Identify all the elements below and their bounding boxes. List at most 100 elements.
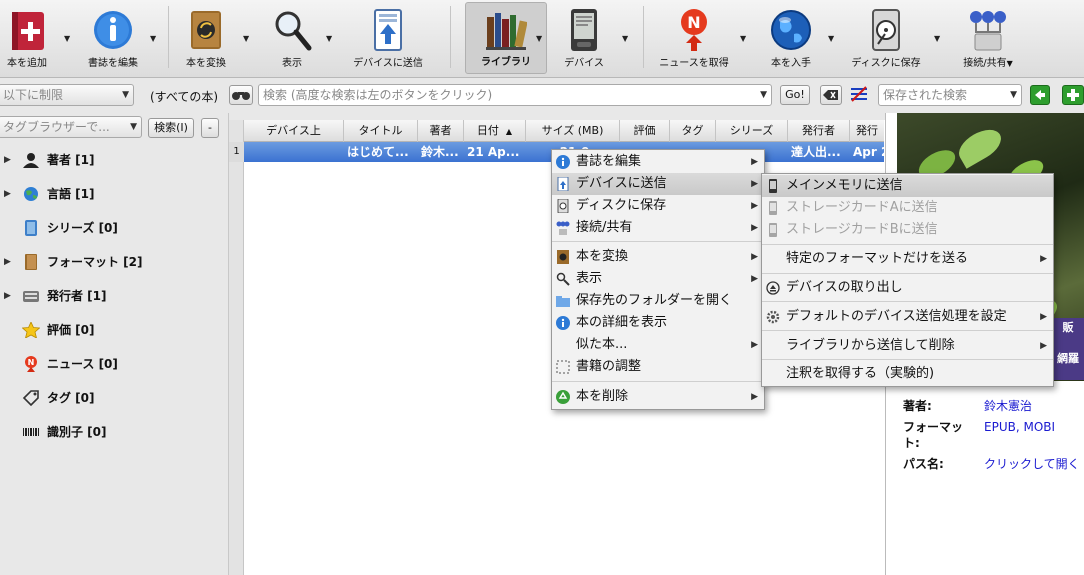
send-to-device-submenu: メインメモリに送信 ストレージカードAに送信 ストレージカードBに送信 特定のフ… (761, 173, 1054, 387)
binoculars-icon (232, 92, 250, 100)
add-book-icon (6, 8, 48, 52)
column-header-series[interactable]: シリーズ (716, 120, 788, 142)
news-dropdown-icon[interactable]: ▼ (740, 34, 746, 43)
save-to-disk-button[interactable]: ディスクに保存 (846, 2, 926, 74)
menu-separator (762, 244, 1053, 245)
tag-icon (22, 390, 40, 407)
menu-item-connect-share[interactable]: 接続/共有 ▶ (552, 217, 764, 239)
add-book-button[interactable]: 本を追加 (0, 2, 54, 74)
go-button[interactable]: Go! (780, 85, 810, 105)
menu-separator (552, 241, 764, 242)
tag-category-authors[interactable]: ▶ 著者 [1] (0, 149, 229, 171)
copy-search-button[interactable] (1030, 85, 1050, 105)
menu-item-default-send-action[interactable]: デフォルトのデバイス送信処理を設定 ▶ (762, 306, 1053, 328)
convert-icon (556, 250, 570, 264)
save-search-button[interactable] (1062, 85, 1084, 105)
row-number: 1 (229, 142, 244, 162)
collapse-button[interactable]: - (201, 118, 219, 138)
menu-item-send-card-a[interactable]: ストレージカードAに送信 (762, 197, 1053, 219)
tag-browser-find-button[interactable]: 検索(I) (148, 118, 194, 138)
convert-book-button[interactable]: 本を変換 (180, 2, 232, 74)
convert-dropdown-icon[interactable]: ▼ (243, 34, 249, 43)
get-books-dropdown-icon[interactable]: ▼ (828, 34, 834, 43)
device-button[interactable]: デバイス (558, 2, 610, 74)
tag-category-languages[interactable]: ▶ 言語 [1] (0, 183, 229, 205)
edit-metadata-button[interactable]: 書誌を編集 (82, 2, 144, 74)
column-header-author[interactable]: 著者 (418, 120, 464, 142)
column-header-rating[interactable]: 評価 (620, 120, 670, 142)
tag-category-news[interactable]: N ニュース [0] (0, 353, 229, 375)
menu-item-send-card-b[interactable]: ストレージカードBに送信 (762, 219, 1053, 241)
menu-item-send-to-device[interactable]: デバイスに送信 ▶ (552, 173, 764, 195)
menu-item-show-details[interactable]: 本の詳細を表示 (552, 312, 764, 334)
menu-item-send-specific-format[interactable]: 特定のフォーマットだけを送る ▶ (762, 248, 1053, 270)
column-header-ondevice[interactable]: デバイス上 (244, 120, 344, 142)
search-bar: 以下に制限 ▼ (すべての本) 検索 (高度な検索は左のボタンをクリック) ▼ … (0, 80, 1084, 112)
menu-item-similar-books[interactable]: 似た本... ▶ (552, 334, 764, 356)
connect-share-button[interactable]: 接続/共有▼ (954, 2, 1022, 74)
column-header-date[interactable]: 日付 ▲ (464, 120, 526, 142)
cell-title: はじめて... (347, 145, 409, 159)
connect-share-dropdown-icon[interactable]: ▼ (1007, 59, 1013, 68)
tag-category-series[interactable]: シリーズ [0] (0, 217, 229, 239)
news-icon: N (22, 356, 40, 372)
expand-arrow-icon[interactable]: ▶ (4, 251, 11, 273)
menu-item-send-and-delete[interactable]: ライブラリから送信して削除 ▶ (762, 335, 1053, 357)
saved-search-select[interactable]: 保存された検索 ▼ (878, 84, 1022, 106)
menu-item-tweak-book[interactable]: 書籍の調整 (552, 356, 764, 378)
view-dropdown-icon[interactable]: ▼ (326, 34, 332, 43)
view-button[interactable]: 表示 (266, 2, 318, 74)
menu-item-fetch-annotations[interactable]: 注釈を取得する（実験的) (762, 363, 1053, 385)
menu-item-open-folder[interactable]: 保存先のフォルダーを開く (552, 290, 764, 312)
fetch-news-button[interactable]: N ニュースを取得 (654, 2, 734, 74)
add-book-dropdown-icon[interactable]: ▼ (64, 34, 70, 43)
tag-category-rating[interactable]: 評価 [0] (0, 319, 229, 341)
send-to-device-button[interactable]: デバイスに送信 (346, 2, 430, 74)
highlight-toggle-button[interactable] (848, 85, 870, 105)
clear-search-button[interactable] (820, 85, 842, 105)
tag-browser-find-input[interactable]: タグブラウザーで... ▼ (0, 116, 142, 138)
detail-author-link[interactable]: 鈴木憲治 (984, 398, 1032, 414)
tag-category-publishers[interactable]: ▶ 発行者 [1] (0, 285, 229, 307)
menu-item-eject-device[interactable]: デバイスの取り出し (762, 277, 1053, 299)
submenu-arrow-icon: ▶ (1040, 312, 1047, 322)
tag-category-tags[interactable]: タグ [0] (0, 387, 229, 409)
library-dropdown-icon[interactable]: ▼ (536, 34, 542, 43)
search-input[interactable]: 検索 (高度な検索は左のボタンをクリック) ▼ (258, 84, 772, 106)
chevron-down-icon: ▼ (130, 122, 137, 132)
star-icon (21, 321, 41, 339)
column-header-size[interactable]: サイズ (MB) (526, 120, 620, 142)
column-header-pubdate[interactable]: 発行 (850, 120, 884, 142)
menu-item-edit-metadata[interactable]: 書誌を編集 ▶ (552, 151, 764, 173)
tag-category-identifiers[interactable]: 識別子 [0] (0, 421, 229, 443)
menu-item-convert[interactable]: 本を変換 ▶ (552, 246, 764, 268)
detail-path-link[interactable]: クリックして開く (984, 456, 1082, 472)
column-header-publisher[interactable]: 発行者 (788, 120, 850, 142)
tag-category-formats[interactable]: ▶ フォーマット [2] (0, 251, 229, 273)
menu-item-save-to-disk[interactable]: ディスクに保存 ▶ (552, 195, 764, 217)
expand-arrow-icon[interactable]: ▶ (4, 149, 11, 171)
cell-author: 鈴木... (421, 145, 459, 159)
device-icon (766, 223, 780, 237)
menu-item-send-main-memory[interactable]: メインメモリに送信 (762, 175, 1053, 197)
detail-format-link[interactable]: EPUB, MOBI (984, 419, 1055, 435)
edit-metadata-dropdown-icon[interactable]: ▼ (150, 34, 156, 43)
menu-item-remove-book[interactable]: 本を削除 ▶ (552, 386, 764, 408)
save-disk-icon (556, 198, 570, 214)
toolbar-divider (450, 6, 451, 68)
expand-arrow-icon[interactable]: ▶ (4, 285, 11, 307)
submenu-arrow-icon: ▶ (751, 157, 758, 167)
column-header-title[interactable]: タイトル (344, 120, 418, 142)
submenu-arrow-icon: ▶ (751, 392, 758, 402)
expand-arrow-icon[interactable]: ▶ (4, 183, 11, 205)
save-disk-dropdown-icon[interactable]: ▼ (934, 34, 940, 43)
send-to-device-icon (367, 8, 409, 52)
device-dropdown-icon[interactable]: ▼ (622, 34, 628, 43)
advanced-search-button[interactable] (229, 85, 253, 105)
get-books-button[interactable]: 本を入手 (762, 2, 820, 74)
restrict-select[interactable]: 以下に制限 ▼ (0, 84, 134, 106)
library-button[interactable]: ライブラリ (465, 2, 547, 74)
menu-item-view[interactable]: 表示 ▶ (552, 268, 764, 290)
convert-icon (185, 8, 227, 52)
column-header-tags[interactable]: タグ (670, 120, 716, 142)
